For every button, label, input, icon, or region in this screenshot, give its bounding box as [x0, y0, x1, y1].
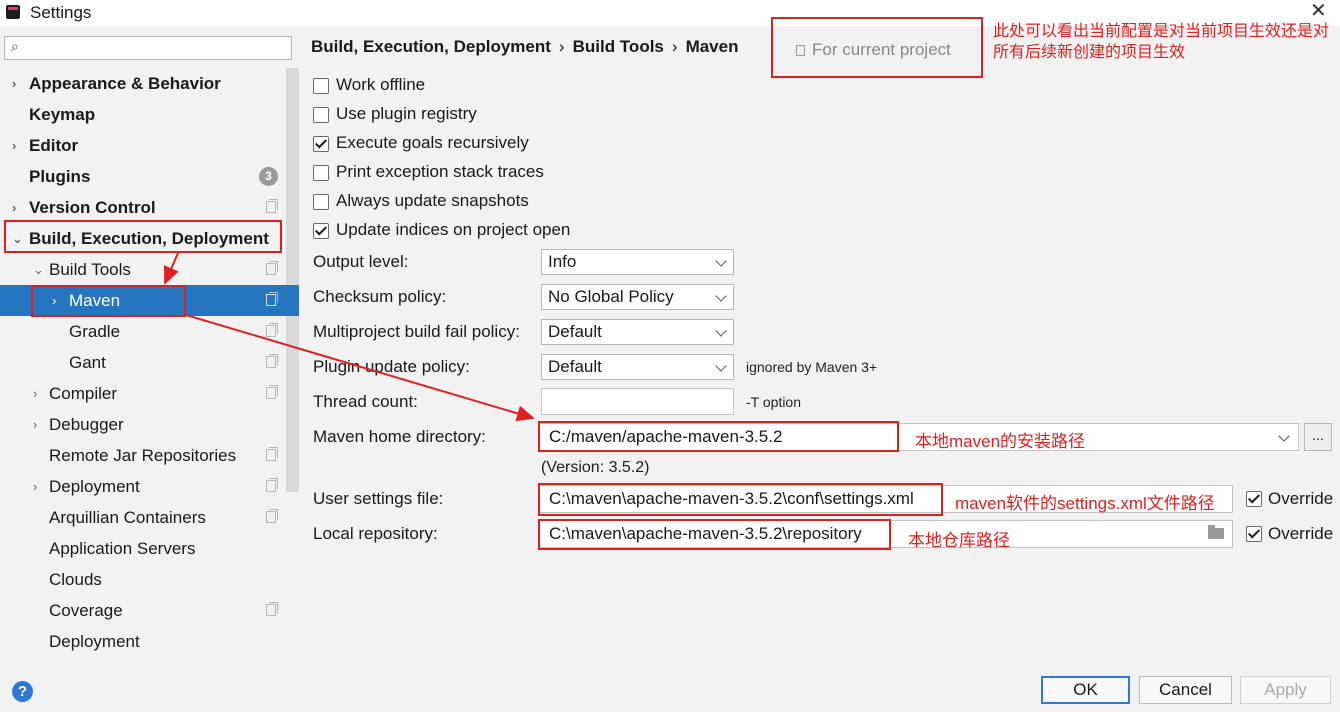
ok-button[interactable]: OK: [1041, 676, 1130, 704]
arrow-maven-to-home: [185, 314, 535, 422]
arrow-build-to-maven: [164, 252, 179, 285]
help-icon[interactable]: ?: [12, 681, 33, 702]
annotation-arrows: [164, 252, 535, 422]
cancel-button[interactable]: Cancel: [1139, 676, 1232, 704]
apply-button[interactable]: Apply: [1240, 676, 1331, 704]
